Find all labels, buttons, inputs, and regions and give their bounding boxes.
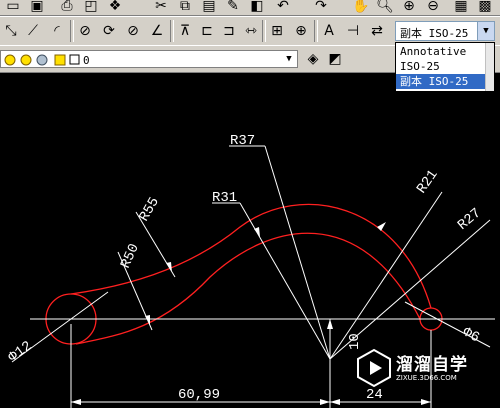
tolerance-icon[interactable]: ⊞ (266, 20, 288, 42)
make-object-layer-current-icon[interactable]: ◈ (302, 48, 324, 70)
publish-icon[interactable]: ❖ (104, 0, 126, 17)
diameter-dimension-icon[interactable]: ⊘ (122, 20, 144, 42)
arrow-24-right (421, 399, 431, 405)
block-editor-icon[interactable]: ◧ (246, 0, 268, 17)
dimension-style-value: 副本 ISO-25 (400, 27, 469, 40)
chevron-down-icon[interactable]: ▼ (281, 51, 297, 67)
dimension-update-icon[interactable]: ⇄ (366, 20, 388, 42)
zoom-window-icon[interactable]: ⊕ (398, 0, 420, 17)
undo-icon[interactable]: ↶ (272, 0, 294, 17)
watermark-title: 溜溜自学 (396, 355, 468, 375)
dropdown-option-annotative[interactable]: Annotative (396, 44, 494, 59)
label-6099: 60,99 (178, 387, 220, 403)
arrow-10-top (327, 319, 333, 329)
aligned-dimension-icon[interactable]: ⟋ (22, 20, 44, 42)
design-center-icon[interactable]: ▩ (474, 0, 496, 17)
arc-length-icon[interactable]: ◜ (46, 20, 68, 42)
center-mark-icon[interactable]: ⊕ (290, 20, 312, 42)
preview-icon[interactable]: ◰ (80, 0, 102, 17)
layer-name: 0 (83, 54, 90, 67)
arrow-r55 (166, 262, 172, 272)
layer-state-icons (4, 54, 80, 66)
watermark-url: ZIXUE.3D66.COM (396, 374, 457, 382)
match-properties-icon[interactable]: ✎ (222, 0, 244, 17)
layer-select[interactable]: 0 ▼ (0, 50, 298, 68)
print-icon[interactable]: ⎙ (56, 0, 78, 17)
watermark: 溜溜自学 ZIXUE.3D66.COM (356, 344, 472, 392)
baseline-dimension-icon[interactable]: ⊏ (196, 20, 218, 42)
leader-r37 (264, 145, 331, 360)
label-r31: R31 (212, 190, 237, 206)
label-r50: R50 (118, 241, 143, 271)
arrow-6099-right (320, 399, 330, 405)
arrow-24-left (330, 399, 340, 405)
save-icon[interactable]: ▣ (26, 0, 48, 17)
angular-dimension-icon[interactable]: ∠ (146, 20, 168, 42)
paste-icon[interactable]: ▤ (198, 0, 220, 17)
label-r21: R21 (414, 167, 442, 197)
play-logo-icon (357, 348, 391, 388)
linear-dimension-icon[interactable]: ⤡ (0, 20, 22, 42)
label-r37: R37 (230, 133, 255, 149)
quick-dimension-icon[interactable]: ⊼ (174, 20, 196, 42)
leader-r31 (239, 202, 331, 360)
zoom-previous-icon[interactable]: ⊖ (422, 0, 444, 17)
arrow-6099-left (71, 399, 81, 405)
properties-icon[interactable]: ▦ (450, 0, 472, 17)
dimension-edit-icon[interactable]: A (318, 20, 340, 42)
radius-dimension-icon[interactable]: ⊘ (74, 20, 96, 42)
dimension-text-edit-icon[interactable]: ⊣ (342, 20, 364, 42)
label-d12: Φ12 (6, 338, 36, 366)
chevron-down-icon[interactable]: ▼ (477, 22, 494, 40)
arrow-r21 (377, 222, 386, 231)
standard-toolbar: ▭ ▣ ⎙ ◰ ❖ ✂ ⧉ ▤ ✎ ◧ ↶ ↷ ✋ 🔍︎ ⊕ ⊖ ▦ ▩ (0, 0, 500, 16)
open-file-icon[interactable]: ▭ (2, 0, 24, 17)
pan-icon[interactable]: ✋ (350, 0, 372, 17)
redo-icon[interactable]: ↷ (310, 0, 332, 17)
zoom-realtime-icon[interactable]: 🔍︎ (374, 0, 396, 17)
jogged-dimension-icon[interactable]: ⟳ (98, 20, 120, 42)
dimension-space-icon[interactable]: ⇿ (240, 20, 262, 42)
continue-dimension-icon[interactable]: ⊐ (218, 20, 240, 42)
copy-icon[interactable]: ⧉ (174, 0, 196, 17)
layer-previous-icon[interactable]: ◩ (324, 48, 346, 70)
label-r27: R27 (455, 205, 485, 233)
dimension-style-select[interactable]: 副本 ISO-25 ▼ (395, 21, 495, 41)
label-d6: Φ6 (460, 324, 482, 346)
cut-icon[interactable]: ✂ (150, 0, 172, 17)
